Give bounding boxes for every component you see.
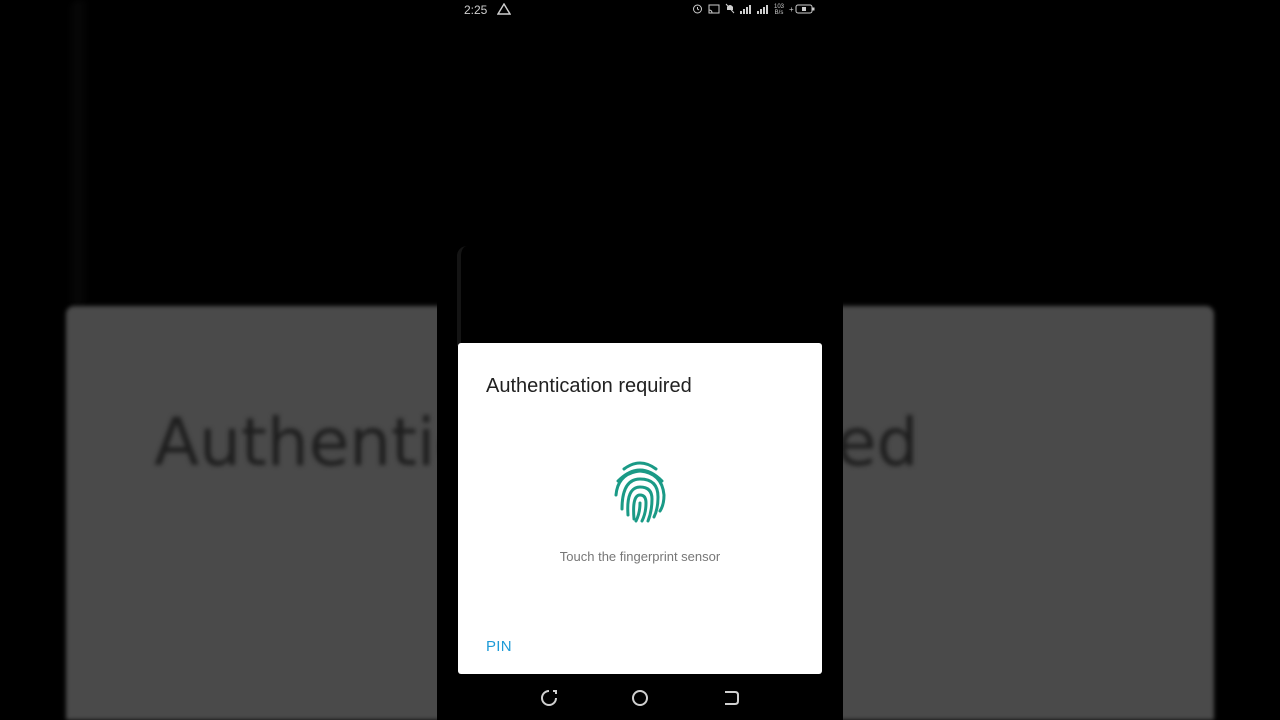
alarm-icon (692, 3, 703, 17)
fingerprint-hint: Touch the fingerprint sensor (559, 549, 721, 564)
svg-text:+: + (789, 5, 794, 14)
network-speed: 103 B/s (774, 4, 784, 16)
cast-icon (708, 3, 720, 17)
home-icon[interactable] (630, 688, 650, 708)
background-device-edge (66, 0, 90, 306)
status-icons: 103 B/s + (692, 3, 815, 17)
background-title-right: ed (836, 404, 919, 481)
status-time: 2:25 (464, 3, 488, 17)
mute-icon (725, 3, 735, 17)
fingerprint-icon (612, 459, 668, 525)
pin-button[interactable]: PIN (486, 638, 512, 655)
navigation-bar (437, 674, 843, 720)
warning-icon (496, 2, 512, 18)
phone-screen: 2:25 103 B/s + Authentication required T… (437, 0, 843, 720)
dialog-title: Authentication required (486, 375, 692, 397)
authentication-dialog: Authentication required Touch the finger… (458, 343, 822, 674)
background-title-left: Authentic (154, 404, 472, 481)
signal-icon (739, 3, 752, 17)
background-app-edge (457, 246, 471, 346)
status-bar: 2:25 103 B/s + (437, 0, 843, 22)
signal-icon-2 (756, 3, 769, 17)
battery-icon: + (789, 3, 815, 17)
back-icon[interactable] (721, 688, 741, 708)
network-speed-unit: B/s (774, 10, 784, 16)
recents-icon[interactable] (539, 688, 559, 708)
